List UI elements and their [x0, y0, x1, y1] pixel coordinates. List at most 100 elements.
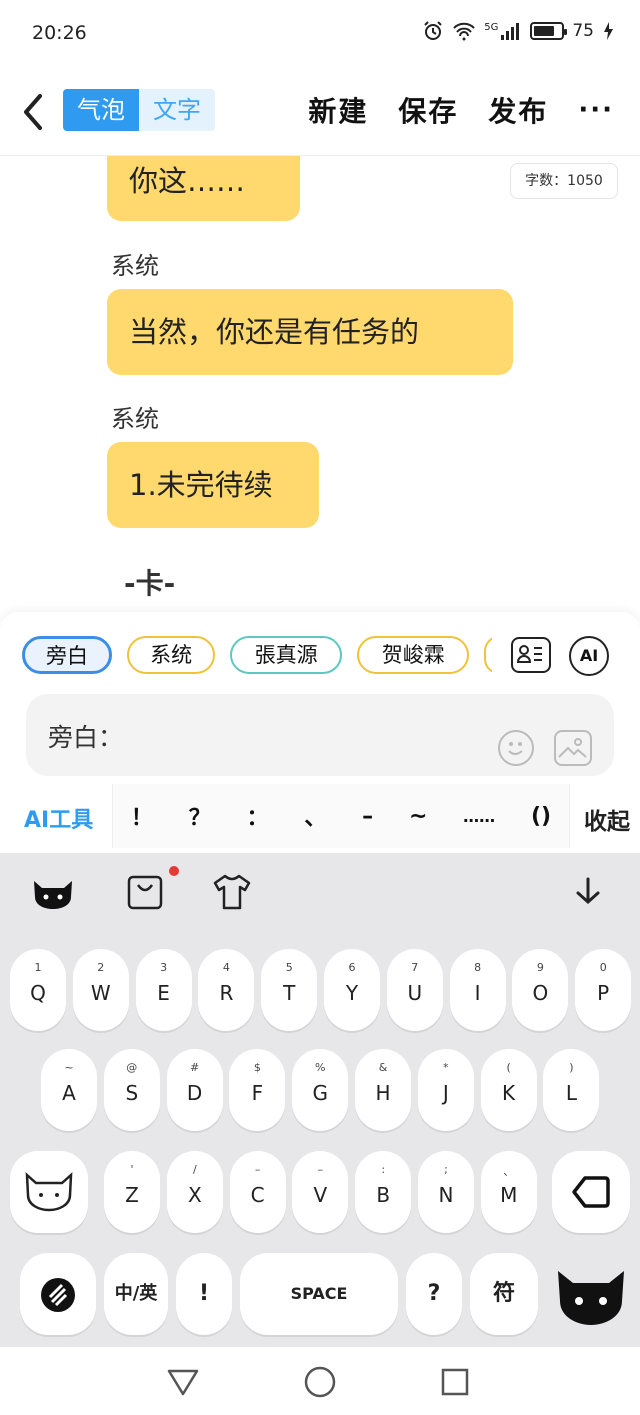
punct-key[interactable]: 、: [304, 800, 326, 832]
tshirt-icon[interactable]: [212, 873, 252, 911]
key-x[interactable]: / X: [166, 1151, 223, 1233]
punct-key[interactable]: –: [362, 804, 373, 829]
ai-tools-button[interactable]: AI工具: [24, 802, 93, 834]
key-m[interactable]: 、 M: [480, 1151, 537, 1233]
key-h[interactable]: & H: [355, 1049, 411, 1131]
key-p[interactable]: 0P: [575, 949, 632, 1031]
key-label: K: [502, 1081, 516, 1105]
character-chip-more[interactable]: [484, 636, 492, 674]
key-o[interactable]: 9O: [512, 949, 569, 1031]
key-y[interactable]: 6Y: [324, 949, 380, 1031]
message-input[interactable]: 旁白：: [26, 694, 614, 776]
composer-panel: 旁白 系统 張真源 贺峻霖 AI 旁白： AI工具 ！ ？ ： 、 – ~ ………: [0, 612, 640, 853]
key-u[interactable]: 7U: [386, 949, 443, 1031]
punct-key[interactable]: ！: [131, 800, 153, 832]
message-bubble[interactable]: 当然，你还是有任务的: [107, 289, 513, 375]
wifi-icon: [453, 22, 475, 41]
key-label: A: [62, 1081, 76, 1105]
charging-icon: [604, 22, 613, 40]
key-q[interactable]: 1Q: [10, 949, 66, 1031]
key-label: X: [187, 1183, 202, 1207]
alarm-icon: [424, 21, 442, 40]
publish-button[interactable]: 发布: [488, 90, 548, 130]
key-secondary-label: @: [126, 1061, 138, 1074]
hide-keyboard-icon[interactable]: [568, 873, 608, 911]
punct-key[interactable]: ：: [247, 800, 269, 832]
shopping-bag-icon[interactable]: [126, 873, 166, 911]
key-j[interactable]: * J: [417, 1049, 474, 1131]
key-s[interactable]: @ S: [103, 1049, 160, 1131]
key-label: Y: [345, 981, 359, 1005]
language-switch-key[interactable]: 中/英: [104, 1253, 168, 1335]
key-label: P: [597, 981, 610, 1005]
cat-face-icon[interactable]: [30, 873, 76, 911]
key-secondary-label: ;: [444, 1163, 448, 1176]
key-label: L: [565, 1081, 577, 1105]
message-speaker: 系统: [111, 405, 159, 433]
key-label: G: [312, 1081, 328, 1105]
key-t[interactable]: 5T: [261, 949, 318, 1031]
new-button[interactable]: 新建: [308, 90, 368, 130]
navigation-bar: [0, 1347, 640, 1415]
key-w[interactable]: 2W: [72, 949, 129, 1031]
character-chip-zhang[interactable]: 張真源: [230, 636, 343, 674]
punct-key[interactable]: ~: [409, 804, 427, 829]
emoji-icon[interactable]: [498, 730, 534, 766]
key-v[interactable]: – V: [292, 1151, 349, 1233]
punct-key[interactable]: (): [531, 804, 551, 829]
key-i[interactable]: 8I: [449, 949, 506, 1031]
key-secondary-label: 9: [536, 961, 544, 974]
mode-text-tab[interactable]: 文字: [139, 89, 215, 131]
key-secondary-label: 8: [474, 961, 482, 974]
key-l[interactable]: ) L: [543, 1049, 600, 1131]
key-f[interactable]: $ F: [229, 1049, 286, 1131]
character-chip-narrator[interactable]: 旁白: [22, 636, 112, 674]
character-card-icon[interactable]: [511, 637, 551, 673]
symbol-key[interactable]: 符: [470, 1253, 538, 1335]
mode-bubble-tab[interactable]: 气泡: [63, 89, 139, 131]
key-secondary-label: 5: [285, 961, 293, 974]
key-c[interactable]: – C: [229, 1151, 286, 1233]
punct-key[interactable]: ？: [189, 800, 211, 832]
space-key[interactable]: SPACE: [240, 1253, 398, 1335]
key-a[interactable]: ~ A: [41, 1049, 97, 1131]
message-bubble[interactable]: 1.未完待续: [107, 442, 319, 528]
key-secondary-label: (: [506, 1061, 511, 1074]
key-d[interactable]: # D: [166, 1049, 223, 1131]
key-g[interactable]: % G: [292, 1049, 349, 1131]
back-icon[interactable]: [18, 92, 48, 132]
key-z[interactable]: ' Z: [104, 1151, 160, 1233]
key-b[interactable]: :B: [355, 1151, 412, 1233]
punct-key[interactable]: ……: [463, 807, 495, 826]
cat-emoji-key[interactable]: [10, 1151, 88, 1233]
exclamation-key[interactable]: !: [176, 1253, 232, 1335]
nav-recents-icon[interactable]: [440, 1367, 470, 1397]
black-cat-key[interactable]: [548, 1257, 634, 1335]
more-button[interactable]: ···: [578, 95, 614, 125]
key-k[interactable]: (K: [480, 1049, 537, 1131]
nav-home-icon[interactable]: [303, 1365, 337, 1399]
nav-back-icon[interactable]: [166, 1367, 200, 1397]
key-r[interactable]: 4R: [198, 949, 255, 1031]
paw-menu-key[interactable]: [20, 1253, 96, 1335]
ai-button[interactable]: AI: [569, 636, 609, 676]
mode-switch: 气泡 文字: [63, 89, 215, 131]
backspace-icon: [572, 1176, 610, 1208]
key-secondary-label: 1: [34, 961, 42, 974]
key-label: J: [442, 1081, 449, 1105]
character-chip-system[interactable]: 系统: [127, 636, 216, 674]
battery-icon: [530, 22, 568, 40]
question-key[interactable]: ?: [406, 1253, 462, 1335]
image-icon[interactable]: [554, 730, 592, 766]
message-text: 1.未完待续: [129, 468, 273, 502]
word-count-badge: 字数：1050: [510, 163, 618, 199]
key-n[interactable]: ; N: [418, 1151, 474, 1233]
message-bubble[interactable]: 你这……: [107, 156, 300, 221]
key-label: W: [90, 981, 111, 1005]
save-button[interactable]: 保存: [398, 90, 458, 130]
backspace-key[interactable]: [552, 1151, 630, 1233]
key-e[interactable]: 3E: [135, 949, 192, 1031]
key-secondary-label: /: [192, 1163, 197, 1176]
collapse-button[interactable]: 收起: [584, 802, 630, 836]
character-chip-he[interactable]: 贺峻霖: [357, 636, 470, 674]
